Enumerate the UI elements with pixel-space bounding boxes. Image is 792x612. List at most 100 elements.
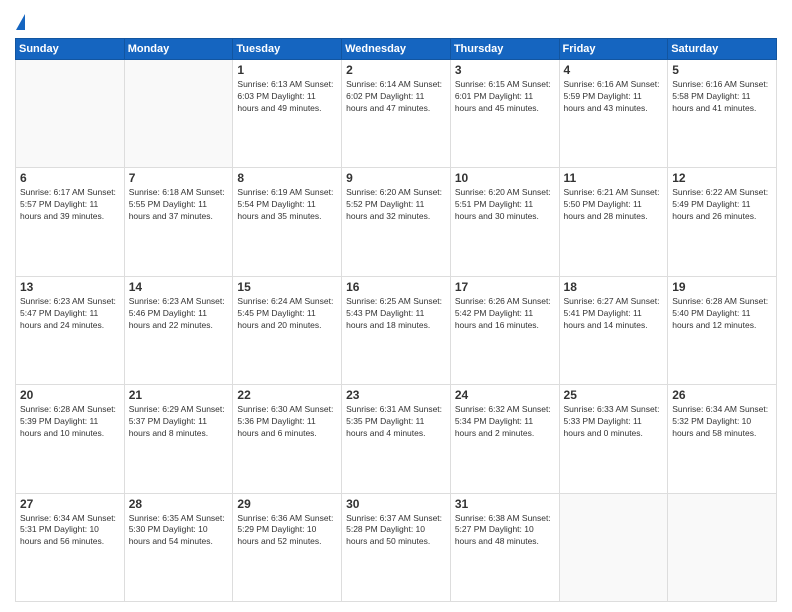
calendar-cell: 13Sunrise: 6:23 AM Sunset: 5:47 PM Dayli… [16,276,125,384]
weekday-header-sunday: Sunday [16,39,125,60]
day-number: 2 [346,63,446,77]
day-info: Sunrise: 6:25 AM Sunset: 5:43 PM Dayligh… [346,296,446,332]
calendar-cell: 21 Sunrise: 6:29 AM Sunset: 5:37 PM Dayli… [124,385,233,493]
calendar-cell: 10 Sunrise: 6:20 AM Sunset: 5:51 PM Dayli… [450,168,559,276]
day-info: Sunrise: 6:19 AM Sunset: 5:54 PM Dayligh… [237,187,337,223]
calendar-cell: 20 Sunrise: 6:28 AM Sunset: 5:39 PM Dayli… [16,385,125,493]
week-row-3: 20 Sunrise: 6:28 AM Sunset: 5:39 PM Dayli… [16,385,777,493]
calendar-cell: 27Sunrise: 6:34 AM Sunset: 5:31 PM Dayli… [16,493,125,601]
calendar-cell [16,60,125,168]
calendar-cell: 15 Sunrise: 6:24 AM Sunset: 5:45 PM Dayli… [233,276,342,384]
day-number: 22 [237,388,337,402]
day-info: Sunrise: 6:13 AM Sunset: 6:03 PM Dayligh… [237,79,337,115]
calendar-cell: 25 Sunrise: 6:33 AM Sunset: 5:33 PM Dayli… [559,385,668,493]
calendar-cell: 11 Sunrise: 6:21 AM Sunset: 5:50 PM Dayli… [559,168,668,276]
day-info: Sunrise: 6:37 AM Sunset: 5:28 PM Dayligh… [346,513,446,549]
calendar-cell: 29Sunrise: 6:36 AM Sunset: 5:29 PM Dayli… [233,493,342,601]
day-number: 20 [20,388,120,402]
day-info: Sunrise: 6:16 AM Sunset: 5:58 PM Dayligh… [672,79,772,115]
day-info: Sunrise: 6:36 AM Sunset: 5:29 PM Dayligh… [237,513,337,549]
day-number: 23 [346,388,446,402]
day-info: Sunrise: 6:28 AM Sunset: 5:39 PM Dayligh… [20,404,120,440]
calendar-cell: 30 Sunrise: 6:37 AM Sunset: 5:28 PM Dayli… [342,493,451,601]
calendar-cell: 12 Sunrise: 6:22 AM Sunset: 5:49 PM Dayli… [668,168,777,276]
weekday-header-saturday: Saturday [668,39,777,60]
calendar-header: SundayMondayTuesdayWednesdayThursdayFrid… [16,39,777,60]
day-number: 7 [129,171,229,185]
calendar-cell: 28 Sunrise: 6:35 AM Sunset: 5:30 PM Dayli… [124,493,233,601]
day-number: 8 [237,171,337,185]
day-info: Sunrise: 6:17 AM Sunset: 5:57 PM Dayligh… [20,187,120,223]
logo-icon [16,14,25,30]
logo [15,14,25,30]
calendar-cell: 2Sunrise: 6:14 AM Sunset: 6:02 PM Daylig… [342,60,451,168]
day-info: Sunrise: 6:38 AM Sunset: 5:27 PM Dayligh… [455,513,555,549]
day-number: 15 [237,280,337,294]
calendar-cell: 22 Sunrise: 6:30 AM Sunset: 5:36 PM Dayli… [233,385,342,493]
week-row-4: 27Sunrise: 6:34 AM Sunset: 5:31 PM Dayli… [16,493,777,601]
day-number: 30 [346,497,446,511]
day-info: Sunrise: 6:18 AM Sunset: 5:55 PM Dayligh… [129,187,229,223]
day-info: Sunrise: 6:26 AM Sunset: 5:42 PM Dayligh… [455,296,555,332]
day-number: 25 [564,388,664,402]
calendar-cell: 19Sunrise: 6:28 AM Sunset: 5:40 PM Dayli… [668,276,777,384]
day-number: 10 [455,171,555,185]
calendar-cell [668,493,777,601]
day-info: Sunrise: 6:20 AM Sunset: 5:52 PM Dayligh… [346,187,446,223]
day-number: 1 [237,63,337,77]
calendar-cell: 17Sunrise: 6:26 AM Sunset: 5:42 PM Dayli… [450,276,559,384]
weekday-header-wednesday: Wednesday [342,39,451,60]
calendar-cell: 24 Sunrise: 6:32 AM Sunset: 5:34 PM Dayli… [450,385,559,493]
weekday-header-row: SundayMondayTuesdayWednesdayThursdayFrid… [16,39,777,60]
day-info: Sunrise: 6:23 AM Sunset: 5:46 PM Dayligh… [129,296,229,332]
calendar-cell: 3 Sunrise: 6:15 AM Sunset: 6:01 PM Daylig… [450,60,559,168]
calendar-cell: 14 Sunrise: 6:23 AM Sunset: 5:46 PM Dayli… [124,276,233,384]
day-info: Sunrise: 6:16 AM Sunset: 5:59 PM Dayligh… [564,79,664,115]
header [15,10,777,30]
day-info: Sunrise: 6:35 AM Sunset: 5:30 PM Dayligh… [129,513,229,549]
calendar-cell: 18Sunrise: 6:27 AM Sunset: 5:41 PM Dayli… [559,276,668,384]
day-number: 24 [455,388,555,402]
weekday-header-friday: Friday [559,39,668,60]
day-number: 11 [564,171,664,185]
day-info: Sunrise: 6:24 AM Sunset: 5:45 PM Dayligh… [237,296,337,332]
day-number: 12 [672,171,772,185]
day-number: 5 [672,63,772,77]
calendar-cell: 26 Sunrise: 6:34 AM Sunset: 5:32 PM Dayli… [668,385,777,493]
calendar-cell: 5 Sunrise: 6:16 AM Sunset: 5:58 PM Daylig… [668,60,777,168]
day-number: 21 [129,388,229,402]
day-info: Sunrise: 6:33 AM Sunset: 5:33 PM Dayligh… [564,404,664,440]
day-number: 28 [129,497,229,511]
weekday-header-monday: Monday [124,39,233,60]
calendar-cell: 4Sunrise: 6:16 AM Sunset: 5:59 PM Daylig… [559,60,668,168]
day-number: 3 [455,63,555,77]
day-info: Sunrise: 6:15 AM Sunset: 6:01 PM Dayligh… [455,79,555,115]
calendar-cell: 6 Sunrise: 6:17 AM Sunset: 5:57 PM Daylig… [16,168,125,276]
calendar-cell [124,60,233,168]
day-number: 19 [672,280,772,294]
day-number: 26 [672,388,772,402]
day-number: 14 [129,280,229,294]
calendar-cell: 9Sunrise: 6:20 AM Sunset: 5:52 PM Daylig… [342,168,451,276]
weekday-header-thursday: Thursday [450,39,559,60]
day-number: 27 [20,497,120,511]
day-info: Sunrise: 6:29 AM Sunset: 5:37 PM Dayligh… [129,404,229,440]
day-number: 6 [20,171,120,185]
calendar-cell: 31Sunrise: 6:38 AM Sunset: 5:27 PM Dayli… [450,493,559,601]
week-row-2: 13Sunrise: 6:23 AM Sunset: 5:47 PM Dayli… [16,276,777,384]
page-container: SundayMondayTuesdayWednesdayThursdayFrid… [0,0,792,612]
day-number: 16 [346,280,446,294]
day-info: Sunrise: 6:34 AM Sunset: 5:32 PM Dayligh… [672,404,772,440]
day-info: Sunrise: 6:32 AM Sunset: 5:34 PM Dayligh… [455,404,555,440]
day-info: Sunrise: 6:21 AM Sunset: 5:50 PM Dayligh… [564,187,664,223]
calendar-body: 1 Sunrise: 6:13 AM Sunset: 6:03 PM Daylig… [16,60,777,602]
calendar-cell [559,493,668,601]
week-row-1: 6 Sunrise: 6:17 AM Sunset: 5:57 PM Daylig… [16,168,777,276]
day-info: Sunrise: 6:20 AM Sunset: 5:51 PM Dayligh… [455,187,555,223]
day-info: Sunrise: 6:30 AM Sunset: 5:36 PM Dayligh… [237,404,337,440]
day-info: Sunrise: 6:22 AM Sunset: 5:49 PM Dayligh… [672,187,772,223]
calendar-cell: 1 Sunrise: 6:13 AM Sunset: 6:03 PM Daylig… [233,60,342,168]
calendar-table: SundayMondayTuesdayWednesdayThursdayFrid… [15,38,777,602]
calendar-cell: 7 Sunrise: 6:18 AM Sunset: 5:55 PM Daylig… [124,168,233,276]
day-info: Sunrise: 6:23 AM Sunset: 5:47 PM Dayligh… [20,296,120,332]
